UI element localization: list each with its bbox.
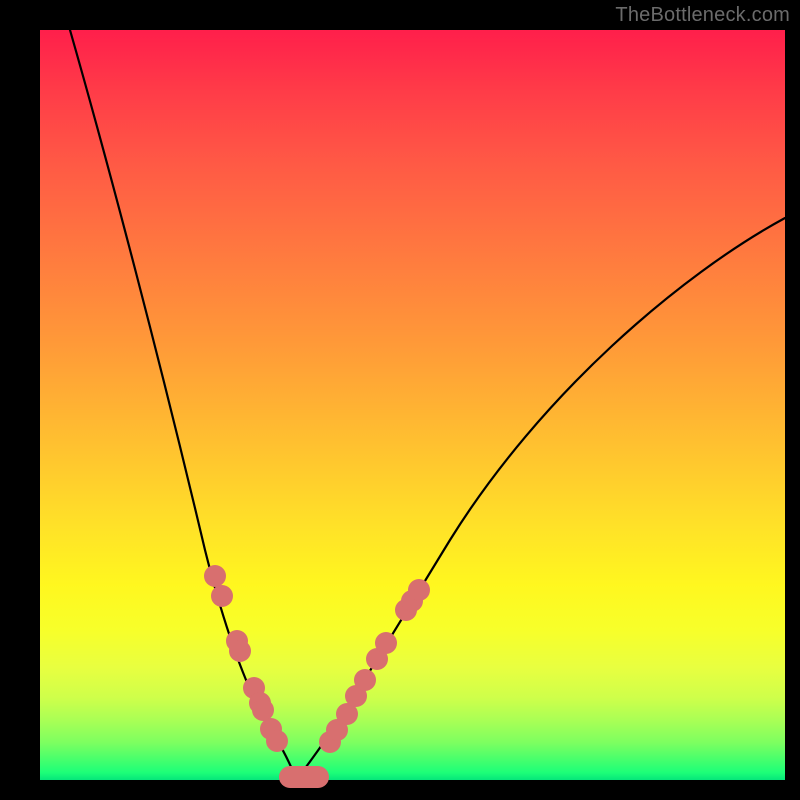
marker-dot bbox=[229, 640, 251, 662]
marker-dot bbox=[375, 632, 397, 654]
marker-dot bbox=[211, 585, 233, 607]
chart-frame: TheBottleneck.com bbox=[0, 0, 800, 800]
marker-dot bbox=[266, 730, 288, 752]
marker-dot bbox=[408, 579, 430, 601]
chart-plot-area bbox=[40, 30, 785, 780]
marker-dot bbox=[354, 669, 376, 691]
marker-dot bbox=[204, 565, 226, 587]
watermark-text: TheBottleneck.com bbox=[615, 4, 790, 27]
curve-left bbox=[70, 30, 297, 780]
marker-dot bbox=[252, 699, 274, 721]
marker-pill bbox=[279, 766, 329, 788]
curve-right bbox=[297, 218, 785, 780]
chart-svg bbox=[40, 30, 785, 780]
